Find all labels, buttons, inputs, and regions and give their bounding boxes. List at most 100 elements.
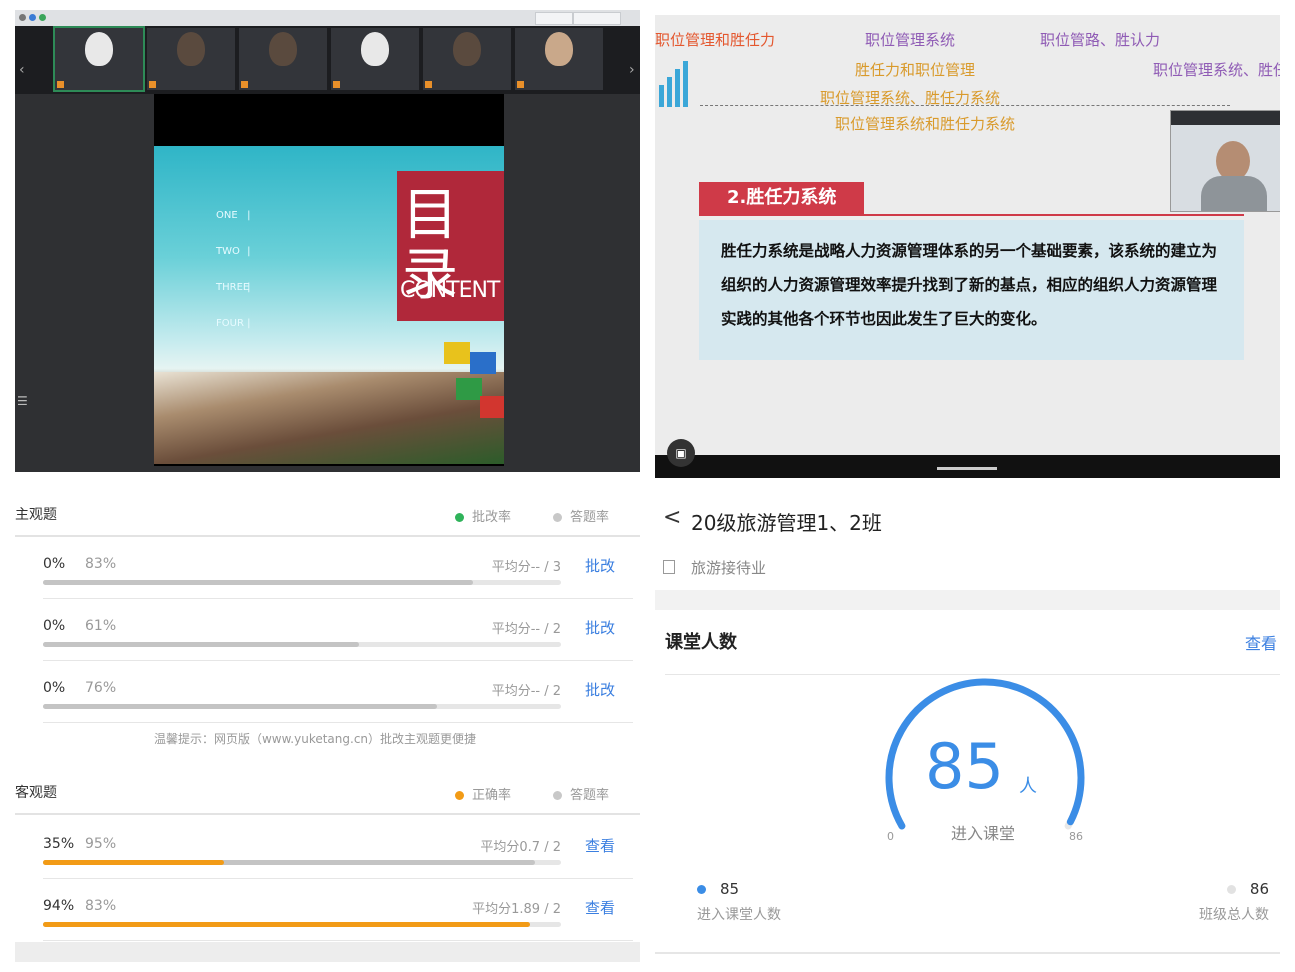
answer-rate: 83% <box>85 898 117 914</box>
mic-icon <box>149 81 156 88</box>
legend-item: 答题率 <box>553 506 609 525</box>
answer-rate-bar <box>43 642 359 647</box>
prayer-flag <box>456 378 482 400</box>
progress-track <box>43 704 561 709</box>
grading-panel: 主观题 批改率 答题率 0% 83% 平均分-- / 3 批改 0% 61% 平均分-- /… <box>15 490 640 962</box>
participant-tile[interactable] <box>147 28 235 90</box>
legend-dot <box>455 513 464 522</box>
shared-slide: ONE | TWO | THREE | FOUR | 目录 CONTENT <box>154 146 504 464</box>
question-row: 0% 61% 平均分-- / 2 批改 <box>43 598 633 661</box>
legend-dot <box>553 791 562 800</box>
section-body: 胜任力系统是战略人力资源管理体系的另一个基础要素，该系统的建立为组织的人力资源管… <box>721 242 1218 328</box>
slide-heading: 职位管理和胜任力 <box>655 31 776 49</box>
video-meeting-panel: ‹ › ☰ ONE | TWO | THREE | FOUR | 目录 CONT… <box>15 10 640 472</box>
legend-label: 批改率 <box>472 510 512 525</box>
primary-rate: 94% <box>43 898 75 914</box>
footer-band <box>15 942 640 962</box>
section-box: 胜任力系统是战略人力资源管理体系的另一个基础要素，该系统的建立为组织的人力资源管… <box>699 220 1244 360</box>
primary-rate: 0% <box>43 680 66 696</box>
question-row: 94% 83% 平均分1.89 / 2 查看 <box>43 878 633 941</box>
drag-handle[interactable] <box>937 467 997 470</box>
screenshot-icon[interactable]: ▣ <box>667 439 695 467</box>
stat-label: 班级总人数 <box>1199 907 1269 923</box>
participant-name <box>425 81 434 88</box>
class-title: 20级旅游管理1、2班 <box>691 511 882 535</box>
legend-label: 答题率 <box>570 510 610 525</box>
back-button[interactable]: < <box>663 505 681 530</box>
answer-rate: 76% <box>85 680 117 696</box>
gauge-value: 85 <box>925 730 1004 803</box>
average-score: 平均分-- / 2 <box>491 684 561 699</box>
primary-rate: 0% <box>43 556 66 572</box>
participant-name <box>57 81 66 88</box>
slide-heading: 职位管理系统 <box>865 31 956 49</box>
toolbar-button[interactable] <box>573 12 621 25</box>
answer-rate-bar <box>43 704 437 709</box>
mic-icon <box>517 81 524 88</box>
slide-heading: 职位管理系统、胜任力系统 <box>1153 61 1280 79</box>
section-underline <box>699 214 1244 216</box>
grade-button[interactable]: 批改 <box>585 617 615 638</box>
subjective-title: 主观题 <box>15 507 57 523</box>
window-dot[interactable] <box>19 14 26 21</box>
lecture-slide-panel: 职位管理和胜任力 职位管理系统 职位管路、胜认力胜任力和职位管理 职位管理系统、胜任力… <box>655 15 1280 478</box>
gauge-max: 86 <box>1069 830 1083 843</box>
chevron-left-icon[interactable]: ‹ <box>19 62 25 78</box>
legend-item: 正确率 <box>455 784 511 803</box>
card-title: 课堂人数 <box>665 632 737 653</box>
legend-item: 答题率 <box>553 784 609 803</box>
participant-name <box>149 81 158 88</box>
participant-tile[interactable] <box>53 26 145 92</box>
slide-menu-item: FOUR | <box>216 318 254 329</box>
participant-avatar <box>361 32 389 66</box>
correct-rate-bar <box>43 922 530 927</box>
question-row: 35% 95% 平均分0.7 / 2 查看 <box>43 816 633 879</box>
player-bar: ▣ <box>655 439 1280 478</box>
presenter-head <box>1216 141 1250 181</box>
participant-avatar <box>453 32 481 66</box>
participant-tile[interactable] <box>331 28 419 90</box>
grade-button[interactable]: 批改 <box>585 555 615 576</box>
view-button[interactable]: 查看 <box>585 835 615 856</box>
legend-dot <box>455 791 464 800</box>
participant-tile[interactable] <box>239 28 327 90</box>
window-dot[interactable] <box>39 14 46 21</box>
mic-icon <box>57 81 64 88</box>
objective-header: 客观题 正确率 答题率 <box>15 768 640 815</box>
gauge-min: 0 <box>887 830 894 843</box>
participant-tile[interactable] <box>423 28 511 90</box>
chevron-right-icon[interactable]: › <box>629 62 635 78</box>
average-score: 平均分0.7 / 2 <box>480 840 561 855</box>
primary-rate: 0% <box>43 618 66 634</box>
menu-icon[interactable]: ☰ <box>17 394 28 408</box>
window-dot[interactable] <box>29 14 36 21</box>
average-score: 平均分-- / 2 <box>491 622 561 637</box>
subjective-header: 主观题 批改率 答题率 <box>15 490 640 537</box>
presenter-video[interactable] <box>1170 110 1280 212</box>
view-button[interactable]: 查看 <box>585 897 615 918</box>
stat-value: 85 <box>720 880 740 898</box>
participant-strip: ‹ › <box>15 26 640 94</box>
legend-label: 答题率 <box>570 788 610 803</box>
grade-button[interactable]: 批改 <box>585 679 615 700</box>
participant-avatar <box>85 32 113 66</box>
answer-rate: 83% <box>85 556 117 572</box>
stat-value: 86 <box>1249 880 1269 898</box>
slide-menu-item: THREE | <box>216 282 254 293</box>
prayer-flag <box>480 396 504 418</box>
participant-name <box>333 81 342 88</box>
mountain-image <box>154 372 504 464</box>
slide-subtitle: CONTENT <box>400 278 500 303</box>
gauge-unit: 人 <box>1019 776 1037 797</box>
question-row: 0% 83% 平均分-- / 3 批改 <box>43 536 633 599</box>
view-link[interactable]: 查看 <box>1245 630 1277 654</box>
toolbar-button[interactable] <box>535 12 573 25</box>
card-divider <box>665 674 1280 675</box>
mic-icon <box>333 81 340 88</box>
legend-dot <box>553 513 562 522</box>
correct-rate-bar <box>43 860 225 865</box>
bar-chart-icon <box>655 55 695 107</box>
divider <box>700 105 1230 106</box>
slide-heading: 胜任力和职位管理 <box>855 61 976 79</box>
participant-tile[interactable] <box>515 28 603 90</box>
